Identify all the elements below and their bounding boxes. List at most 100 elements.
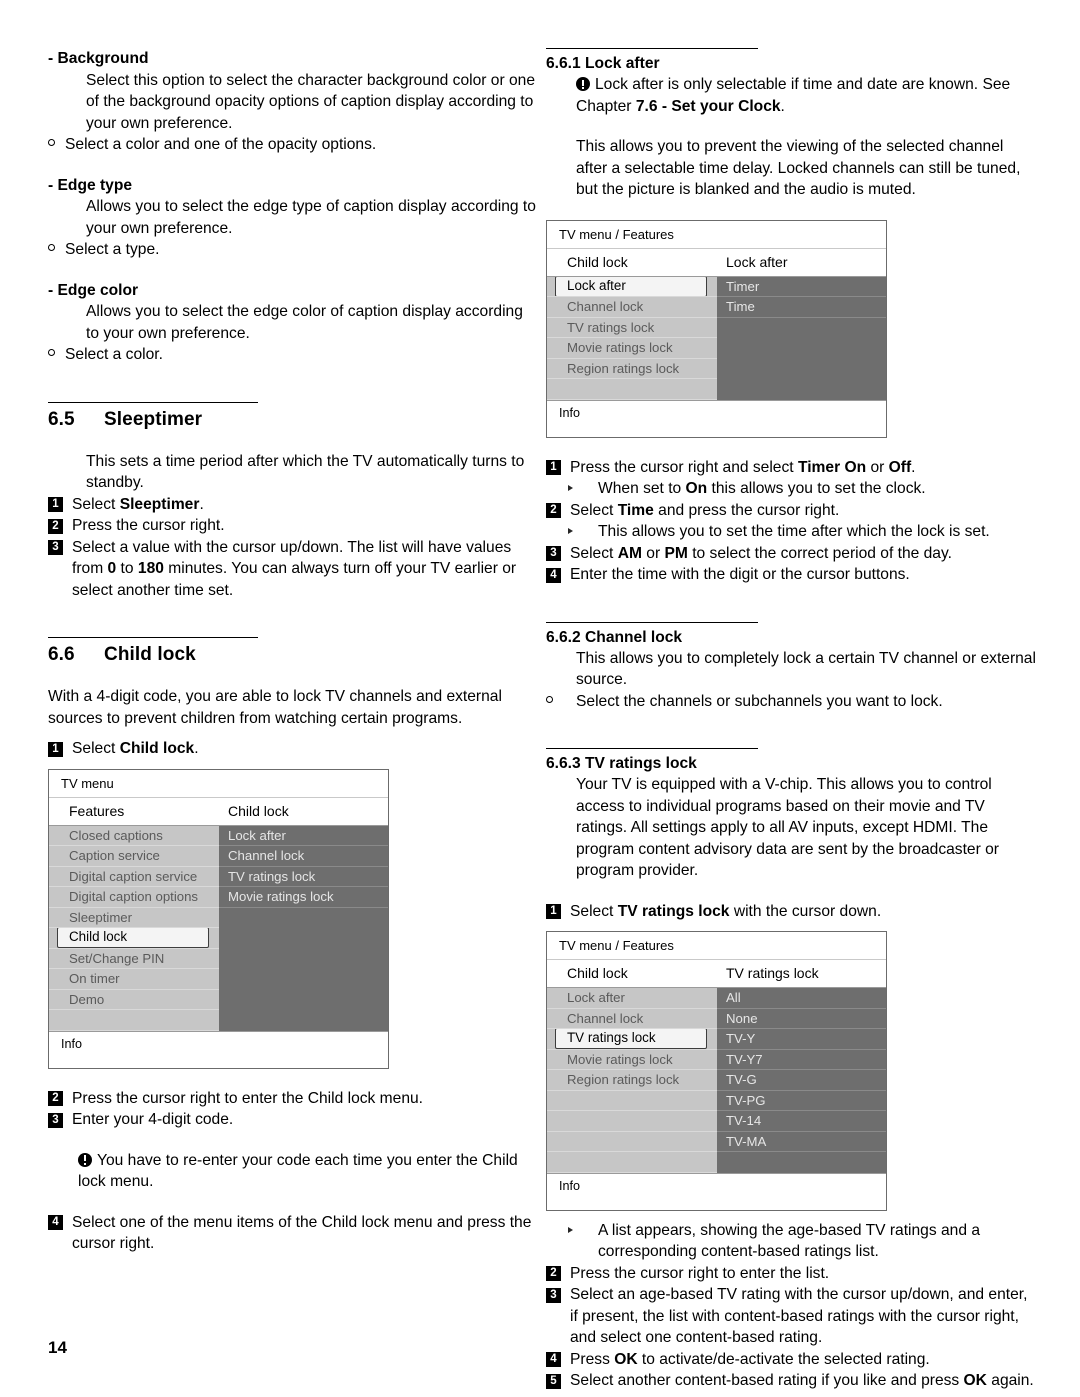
tv-menu-diagram-child-lock[interactable]: TV menu Features Child lock Closed capti… — [48, 768, 389, 1069]
tv-ratings-lock-body: Your TV is equipped with a V-chip. This … — [576, 776, 999, 879]
menu-item[interactable]: Closed captions — [49, 826, 219, 846]
lock-after-title: 6.6.1 Lock after — [546, 53, 1036, 74]
step-text: Select another content-based rating if y… — [570, 1372, 1034, 1389]
submenu-item[interactable]: Time — [717, 297, 886, 318]
menu-item[interactable]: Set/Change PIN — [49, 949, 219, 969]
section-sleeptimer: 6.5 Sleeptimer — [48, 401, 538, 432]
menu-item-selected-label: Child lock — [57, 928, 209, 948]
background-bullet: Select a color and one of the opacity op… — [48, 134, 538, 156]
circle-bullet-icon — [48, 134, 65, 156]
submenu-item[interactable]: TV ratings lock — [219, 867, 388, 887]
triangle-bullet-icon — [546, 1220, 598, 1263]
menu-footer-info: Info — [547, 399, 886, 437]
menu-left-column: Lock after Channel lock TV ratings lock … — [547, 276, 717, 400]
submenu-item-blank — [717, 1152, 886, 1173]
tv-ratings-step-4: 4 Press OK to activate/de-activate the s… — [546, 1349, 1036, 1371]
bullet-text: This allows you to set the time after wh… — [598, 523, 990, 540]
triangle-bullet-icon — [546, 478, 598, 500]
right-column: 6.6.1 Lock after Lock after is only sele… — [546, 48, 1036, 1392]
menu-item-blank — [547, 1152, 717, 1173]
menu-header-left: Child lock — [567, 253, 628, 270]
step-number-badge: 4 — [546, 567, 561, 583]
menu-item-blank — [547, 1091, 717, 1111]
circle-bullet-icon — [48, 344, 65, 366]
menu-breadcrumb: TV menu / Features — [547, 932, 886, 960]
submenu-item[interactable]: Channel lock — [219, 846, 388, 867]
menu-item[interactable]: On timer — [49, 969, 219, 990]
menu-item-selected[interactable]: TV ratings lock — [547, 1029, 717, 1050]
tv-menu-diagram-lock-after[interactable]: TV menu / Features Child lock Lock after… — [546, 219, 887, 438]
lock-after-step-4: 4 Enter the time with the digit or the c… — [546, 564, 1036, 586]
edge-color-bullet-text: Select a color. — [65, 346, 163, 363]
menu-item[interactable]: Movie ratings lock — [547, 1050, 717, 1070]
menu-item[interactable]: Sleeptimer — [49, 908, 219, 928]
menu-item-selected[interactable]: Child lock — [49, 928, 219, 949]
step-number-badge: 2 — [48, 518, 63, 534]
submenu-item[interactable]: Lock after — [219, 826, 388, 846]
tv-menu-diagram-tv-ratings-lock[interactable]: TV menu / Features Child lock TV ratings… — [546, 931, 887, 1211]
step-number-badge: 3 — [48, 1112, 63, 1128]
submenu-item[interactable]: TV-G — [717, 1070, 886, 1091]
submenu-item[interactable]: TV-Y — [717, 1029, 886, 1050]
lock-after-note-text: Lock after is only selectable if time an… — [576, 76, 1011, 115]
section-divider — [48, 637, 258, 638]
lock-after-note: Lock after is only selectable if time an… — [576, 74, 1036, 117]
edge-color-body: Allows you to select the edge color of c… — [86, 303, 523, 342]
lock-after-note-b: This allows you to set the time after wh… — [546, 521, 1036, 543]
circle-bullet-icon — [48, 239, 65, 261]
menu-item[interactable]: Channel lock — [547, 297, 717, 318]
edge-type-bullet: Select a type. — [48, 239, 538, 261]
submenu-item[interactable]: All — [717, 988, 886, 1009]
menu-header-row: Features Child lock — [49, 797, 388, 826]
child-lock-step-1: 1 Select Child lock. — [48, 738, 538, 760]
channel-lock-title: 6.6.2 Channel lock — [546, 627, 1036, 648]
menu-item[interactable]: Region ratings lock — [547, 359, 717, 379]
submenu-item[interactable]: Movie ratings lock — [219, 887, 388, 908]
submenu-item[interactable]: TV-14 — [717, 1111, 886, 1132]
menu-item[interactable]: TV ratings lock — [547, 318, 717, 338]
section-child-lock: 6.6 Child lock — [48, 637, 538, 667]
menu-item[interactable]: Digital caption options — [49, 887, 219, 908]
menu-item[interactable]: Region ratings lock — [547, 1070, 717, 1091]
submenu-item-blank — [717, 359, 886, 379]
step-number-badge: 1 — [546, 460, 561, 475]
child-lock-step-4: 4 Select one of the menu items of the Ch… — [48, 1212, 538, 1255]
tv-ratings-note: A list appears, showing the age-based TV… — [546, 1220, 1036, 1263]
sleeptimer-number: 6.5 — [48, 408, 75, 430]
menu-item[interactable]: Channel lock — [547, 1009, 717, 1029]
manual-page: - Background Select this option to selec… — [0, 0, 1080, 1397]
menu-item-blank — [49, 1010, 219, 1031]
step-text: Select one of the menu items of the Chil… — [72, 1213, 532, 1253]
submenu-item-blank — [219, 990, 388, 1010]
step-number-badge: 1 — [48, 497, 63, 512]
menu-header-right: Lock after — [726, 253, 788, 270]
submenu-item[interactable]: TV-Y7 — [717, 1050, 886, 1070]
tv-ratings-lock-step-1: 1 Select TV ratings lock with the cursor… — [546, 901, 1036, 923]
tv-ratings-step-5: 5 Select another content-based rating if… — [546, 1370, 1036, 1392]
edge-type-body: Allows you to select the edge type of ca… — [86, 198, 536, 237]
step-number-badge: 5 — [546, 1373, 561, 1389]
submenu-item-blank — [717, 338, 886, 359]
subsection-divider — [546, 48, 758, 49]
menu-item[interactable]: Movie ratings lock — [547, 338, 717, 359]
lock-after-note-a: When set to On this allows you to set th… — [546, 478, 1036, 500]
sleeptimer-step-2: 2 Press the cursor right. — [48, 515, 538, 537]
bullet-text: A list appears, showing the age-based TV… — [598, 1221, 981, 1261]
tv-ratings-step-2: 2 Press the cursor right to enter the li… — [546, 1263, 1036, 1285]
submenu-item[interactable]: Timer — [717, 277, 886, 297]
submenu-item[interactable]: TV-MA — [717, 1132, 886, 1152]
submenu-item[interactable]: TV-PG — [717, 1091, 886, 1111]
edge-type-bullet-text: Select a type. — [65, 241, 160, 258]
submenu-item[interactable]: None — [717, 1009, 886, 1029]
subsection-divider — [546, 748, 758, 749]
step-text: Press the cursor right. — [72, 517, 225, 534]
menu-right-column: All None TV-Y TV-Y7 TV-G TV-PG TV-14 TV-… — [717, 988, 886, 1173]
menu-item[interactable]: Lock after — [547, 988, 717, 1009]
menu-item[interactable]: Demo — [49, 990, 219, 1010]
menu-item[interactable]: Caption service — [49, 846, 219, 867]
menu-item[interactable]: Digital caption service — [49, 867, 219, 887]
page-number: 14 — [48, 1338, 67, 1357]
child-lock-intro: With a 4-digit code, you are able to loc… — [48, 688, 502, 727]
step-number-badge: 4 — [48, 1215, 63, 1230]
menu-item-selected[interactable]: Lock after — [547, 276, 717, 297]
